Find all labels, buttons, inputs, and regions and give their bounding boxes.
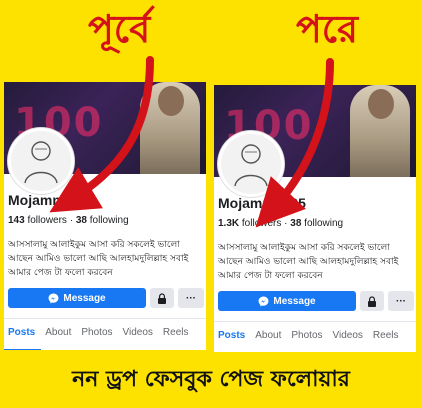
bio-text: আসসালামু আলাইকুম আসা করি সকলেই ভালো আছেন… [8,240,189,278]
followers-count[interactable]: 143 [8,215,25,226]
following-count[interactable]: 38 [290,218,301,229]
followers-label: followers [241,218,282,229]
tab-about[interactable]: About [41,319,77,350]
tab-videos[interactable]: Videos [329,322,369,353]
before-heading: পূর্বে [88,7,151,51]
tab-reels[interactable]: Reels [369,322,405,353]
bottom-banner: নন ড্রপ ফেসবুক পেজ ফলোয়ার [0,352,422,408]
page-name[interactable]: Mojammel 95 [218,195,306,211]
lock-button[interactable] [150,288,174,308]
tab-photos[interactable]: Photos [287,322,328,353]
messenger-icon [48,293,59,303]
avatar[interactable] [8,128,74,194]
lock-icon [158,292,166,304]
avatar[interactable] [218,131,284,197]
tab-photos[interactable]: Photos [77,319,118,350]
message-label: Message [273,295,316,307]
avatar-sketch-icon [234,144,268,187]
cover-person-head [158,86,184,116]
profile-tabs: Posts About Photos Videos Reels [214,321,416,353]
more-button[interactable]: ··· [388,291,414,311]
cover-person-head [368,89,394,119]
banner-text: নন ড্রপ ফেসবুক পেজ ফলোয়ার [72,366,350,392]
followers-count[interactable]: 1.3K [218,218,239,229]
stats: 1.3K followers · 38 following [218,218,343,229]
avatar-sketch-icon [24,141,58,184]
tab-reels[interactable]: Reels [159,319,195,350]
tab-videos[interactable]: Videos [119,319,159,350]
stats: 143 followers · 38 following [8,215,129,226]
tab-about[interactable]: About [251,322,287,353]
following-label: following [304,218,344,229]
page-name[interactable]: Mojammel 95 [8,192,96,208]
message-button[interactable]: Message [8,288,146,308]
profile-panel-before: 100 Mojammel 95 143 followers · 38 follo… [4,82,206,350]
profile-tabs: Posts About Photos Videos Reels [4,318,206,350]
profile-panel-after: 100 Mojammel 95 1.3K followers · 38 foll… [214,85,416,353]
bio-text: আসসালামু আলাইকুম আসা করি সকলেই ভালো আছেন… [218,243,399,281]
message-label: Message [63,292,106,304]
message-button[interactable]: Message [218,291,356,311]
tab-posts[interactable]: Posts [4,319,42,350]
more-button[interactable]: ··· [178,288,204,308]
tab-posts[interactable]: Posts [214,322,252,353]
following-label: following [89,215,129,226]
following-count[interactable]: 38 [76,215,87,226]
after-heading: পরে [296,7,358,51]
lock-button[interactable] [360,291,384,311]
lock-icon [368,295,376,307]
messenger-icon [258,296,269,306]
followers-label: followers [27,215,67,226]
